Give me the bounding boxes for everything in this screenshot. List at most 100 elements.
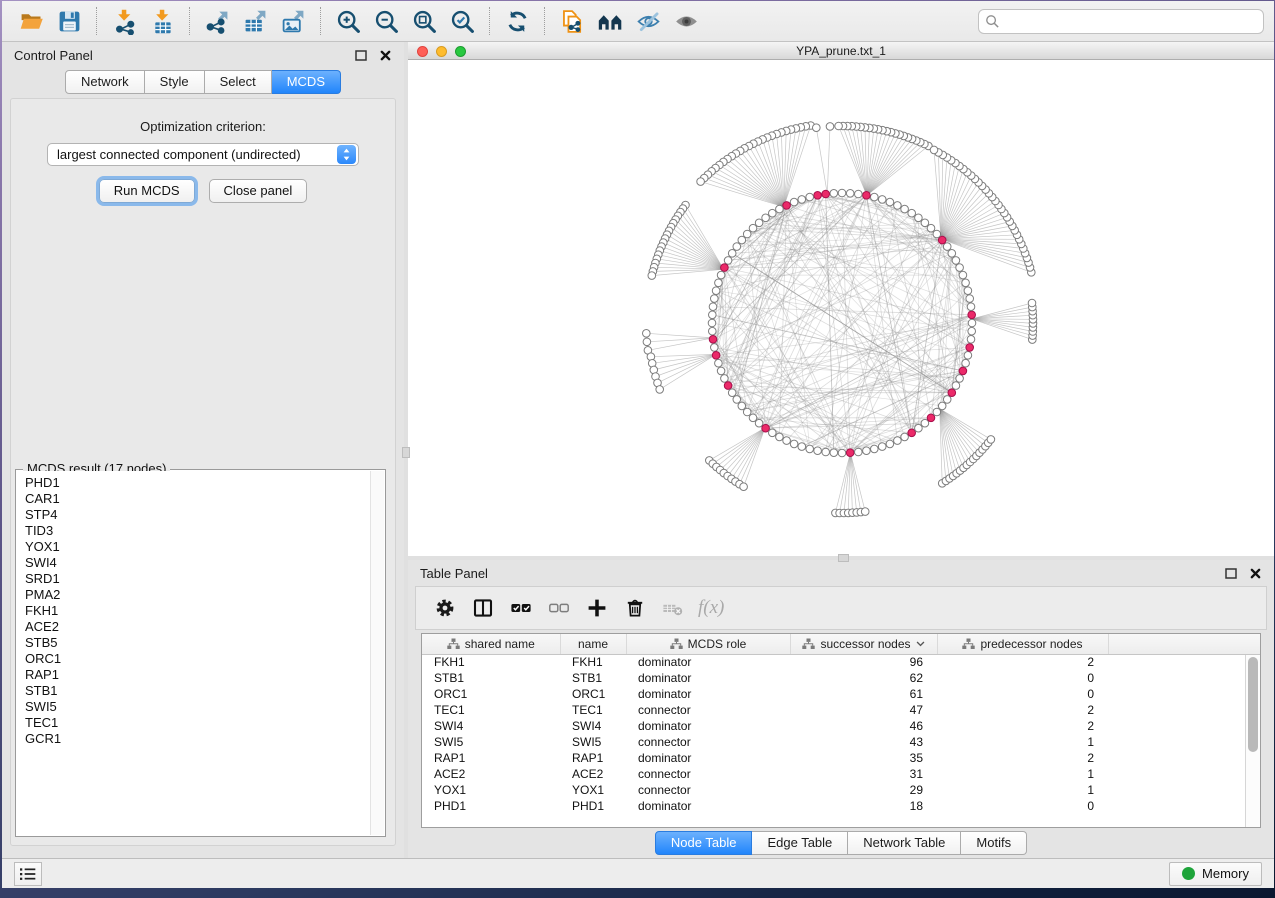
network-node[interactable] [733,243,741,251]
network-node[interactable] [968,319,976,327]
network-node[interactable] [967,336,975,344]
network-node[interactable] [708,319,716,327]
export-network-button[interactable] [199,4,235,38]
mcds-result-item[interactable]: PHD1 [25,475,370,491]
cell-name[interactable]: STB1 [560,670,626,686]
mcds-result-item[interactable]: SWI5 [25,699,370,715]
cell-successor-nodes[interactable]: 61 [790,686,937,702]
network-node[interactable] [846,190,854,198]
mcds-node[interactable] [863,192,871,200]
network-node[interactable] [921,219,929,227]
open-file-button[interactable] [13,4,49,38]
network-node[interactable] [927,224,935,232]
network-node[interactable] [948,250,956,258]
network-node[interactable] [717,271,725,279]
table-row[interactable]: FKH1FKH1dominator962 [422,654,1260,670]
table-settings-button[interactable] [428,591,462,625]
network-node[interactable] [894,202,902,210]
cell-name[interactable]: FKH1 [560,654,626,670]
mcds-result-item[interactable]: STP4 [25,507,370,523]
table-row[interactable]: SWI4SWI4dominator462 [422,718,1260,734]
cell-predecessor-nodes[interactable]: 1 [937,766,1108,782]
network-node[interactable] [656,386,664,394]
cell-shared-name[interactable]: FKH1 [422,654,560,670]
network-node[interactable] [901,205,909,213]
table-tab-edge-table[interactable]: Edge Table [752,831,848,855]
mcds-result-item[interactable]: ORC1 [25,651,370,667]
network-node[interactable] [908,209,916,217]
zoom-selected-button[interactable] [444,4,480,38]
network-node[interactable] [826,123,834,131]
network-node[interactable] [855,190,863,198]
mcds-result-item[interactable]: STB1 [25,683,370,699]
network-node[interactable] [709,311,717,319]
first-neighbors-button[interactable] [592,4,628,38]
network-node[interactable] [987,436,995,444]
optimization-criterion-dropdown[interactable]: largest connected component (undirected) [47,143,359,166]
column-header-shared-name[interactable]: shared name [422,634,560,654]
network-node[interactable] [952,257,960,265]
network-node[interactable] [822,448,830,456]
network-node[interactable] [894,437,902,445]
cell-predecessor-nodes[interactable]: 2 [937,750,1108,766]
cell-predecessor-nodes[interactable]: 2 [937,718,1108,734]
close-window-icon[interactable] [417,46,428,57]
network-node[interactable] [738,236,746,244]
import-table-button[interactable] [144,4,180,38]
network-node[interactable] [901,433,909,441]
mcds-result-item[interactable]: SWI4 [25,555,370,571]
maximize-window-icon[interactable] [455,46,466,57]
network-node[interactable] [806,193,814,201]
save-session-button[interactable] [51,4,87,38]
splitter-grip[interactable] [402,447,410,458]
table-row[interactable]: RAP1RAP1dominator352 [422,750,1260,766]
cell-successor-nodes[interactable]: 31 [790,766,937,782]
network-node[interactable] [776,205,784,213]
network-node[interactable] [769,429,777,437]
mcds-result-item[interactable]: YOX1 [25,539,370,555]
table-row[interactable]: ORC1ORC1dominator610 [422,686,1260,702]
network-node[interactable] [1028,299,1036,307]
network-node[interactable] [790,440,798,448]
tab-network[interactable]: Network [65,70,145,94]
network-node[interactable] [956,264,964,272]
network-node[interactable] [697,178,705,186]
network-node[interactable] [643,338,651,346]
cell-name[interactable]: SWI4 [560,718,626,734]
tab-select[interactable]: Select [205,70,272,94]
network-node[interactable] [721,375,729,383]
network-node[interactable] [886,198,894,206]
mcds-node[interactable] [721,264,729,272]
network-node[interactable] [806,445,814,453]
mcds-result-item[interactable]: FKH1 [25,603,370,619]
network-node[interactable] [762,214,770,222]
select-all-columns-button[interactable] [504,591,538,625]
network-graph[interactable] [408,60,1274,556]
mcds-node[interactable] [822,190,830,198]
table-tab-motifs[interactable]: Motifs [961,831,1027,855]
network-node[interactable] [712,287,720,295]
close-panel-button[interactable] [379,49,392,61]
network-node[interactable] [733,396,741,404]
mcds-result-item[interactable]: RAP1 [25,667,370,683]
delete-column-button[interactable] [618,591,652,625]
network-node[interactable] [743,230,751,238]
close-table-panel-button[interactable] [1249,567,1262,579]
network-node[interactable] [915,424,923,432]
cell-shared-name[interactable]: SWI4 [422,718,560,734]
mcds-result-item[interactable]: STB5 [25,635,370,651]
network-node[interactable] [871,445,879,453]
deselect-all-columns-button[interactable] [542,591,576,625]
mcds-result-item[interactable]: SRD1 [25,571,370,587]
delete-table-button[interactable] [656,591,690,625]
mcds-node[interactable] [783,202,791,210]
cell-shared-name[interactable]: PHD1 [422,798,560,814]
cell-predecessor-nodes[interactable]: 0 [937,670,1108,686]
network-node[interactable] [755,419,763,427]
network-view[interactable] [408,60,1274,556]
run-mcds-button[interactable]: Run MCDS [99,179,195,203]
network-node[interactable] [838,449,846,457]
network-node[interactable] [952,382,960,390]
network-node[interactable] [814,447,822,455]
cell-successor-nodes[interactable]: 96 [790,654,937,670]
